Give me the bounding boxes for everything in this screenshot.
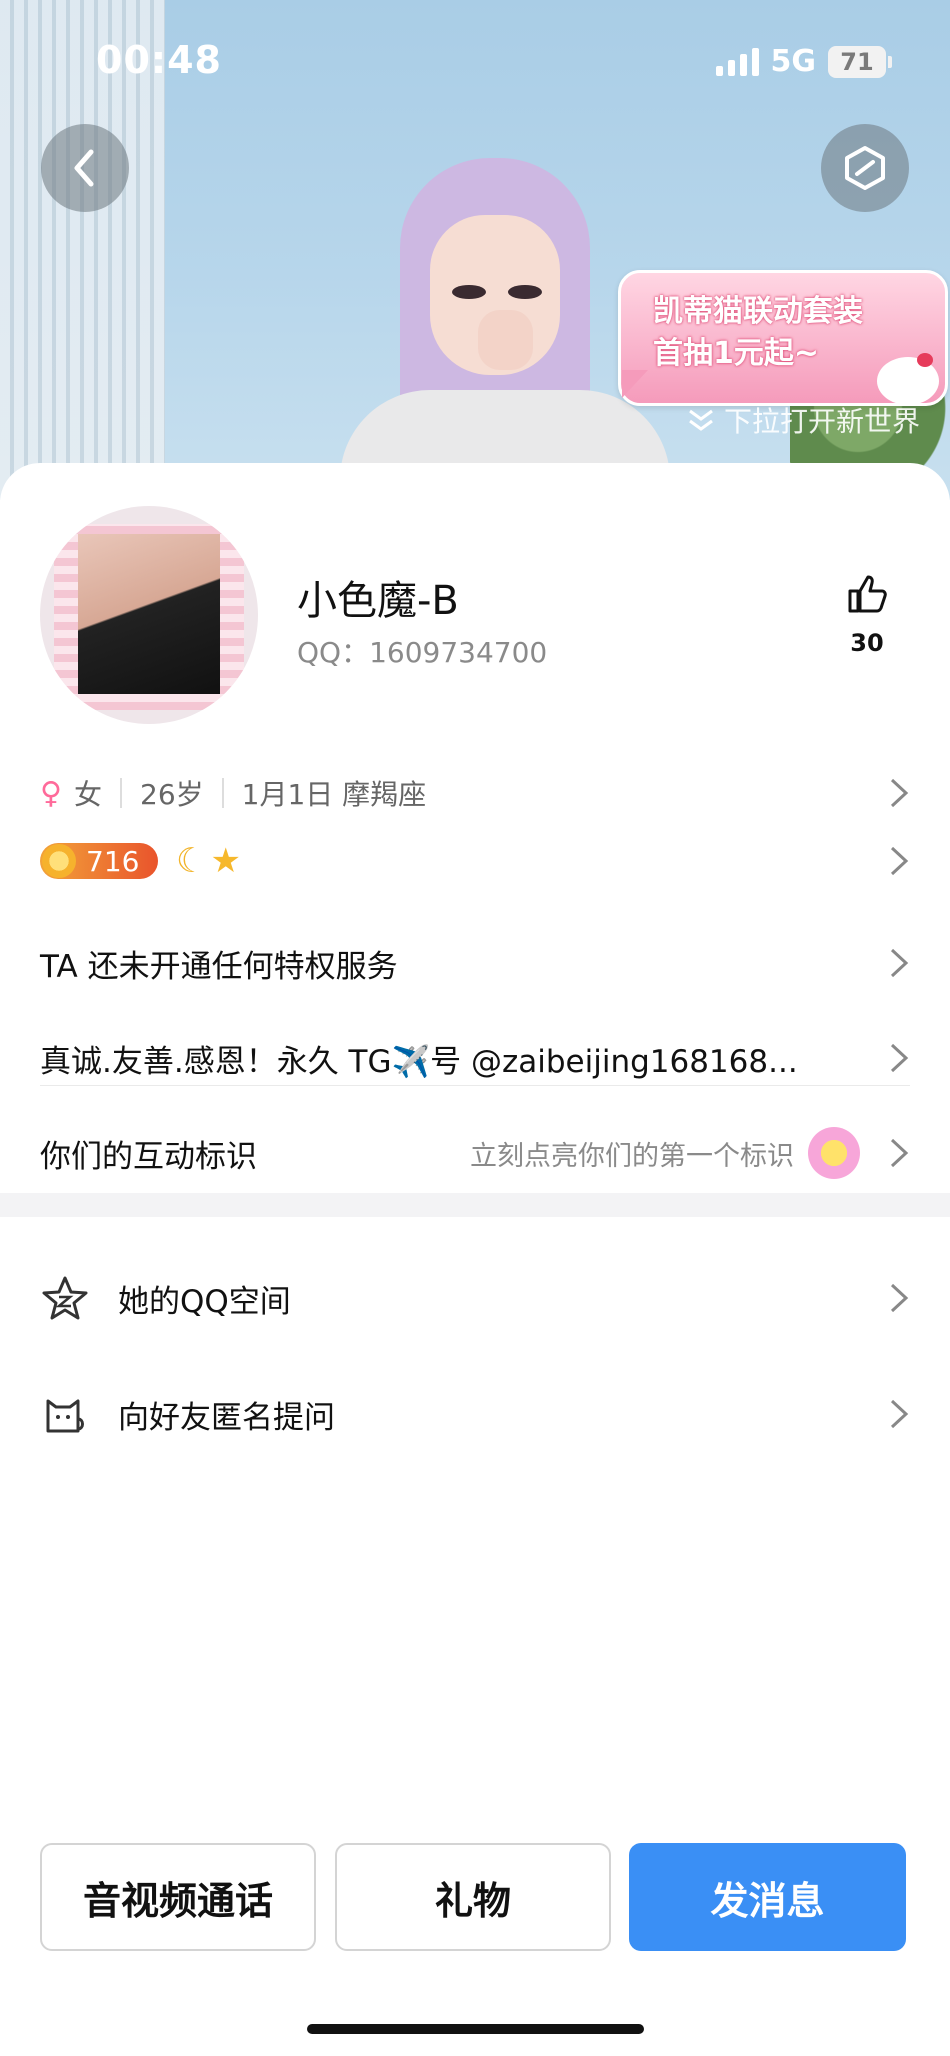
- network-type: 5G: [770, 44, 817, 79]
- super-qq-show-avatar[interactable]: [340, 140, 670, 500]
- level-badge: 716: [40, 843, 158, 879]
- anonymous-question-row[interactable]: 向好友匿名提问: [40, 1379, 910, 1449]
- chevron-right-icon: [890, 778, 909, 808]
- interaction-hint: 立刻点亮你们的第一个标识: [470, 1140, 794, 1172]
- divider: [120, 778, 122, 808]
- nickname: 小色魔-B: [297, 578, 459, 624]
- signature-row[interactable]: 真诚.友善.感恩！永久 TG✈️号 @zaibeijing168168...: [40, 1028, 910, 1088]
- gender: 女: [73, 778, 102, 811]
- promo-bubble[interactable]: 凯蒂猫联动套装 首抽1元起~: [618, 270, 948, 406]
- like-button[interactable]: [840, 573, 894, 619]
- chevron-right-icon: [890, 948, 909, 978]
- sun-icon: [42, 844, 76, 878]
- age: 26岁: [140, 778, 204, 811]
- flower-icon: [808, 1127, 860, 1179]
- privilege-row[interactable]: TA 还未开通任何特权服务: [40, 933, 910, 993]
- battery-icon: 71: [828, 45, 892, 78]
- qzone-star-icon: [40, 1273, 90, 1323]
- avatar[interactable]: [40, 506, 258, 724]
- privilege-text: TA 还未开通任何特权服务: [40, 948, 398, 985]
- cat-box-icon: [40, 1389, 90, 1439]
- divider: [221, 778, 224, 808]
- back-button[interactable]: [41, 124, 129, 212]
- qq-level-row[interactable]: 716 ☾ ★: [40, 831, 910, 891]
- hello-kitty-icon: [877, 353, 939, 405]
- female-icon: ♀: [40, 775, 62, 811]
- anonymous-question-label: 向好友匿名提问: [118, 1399, 335, 1436]
- divider: [40, 1085, 910, 1086]
- video-call-button[interactable]: 音视频通话: [40, 1843, 316, 1951]
- interaction-mark-row[interactable]: 你们的互动标识 立刻点亮你们的第一个标识: [40, 1123, 910, 1183]
- chevron-right-icon: [890, 1138, 909, 1168]
- battery-level: 71: [840, 47, 874, 76]
- like-count: 30: [850, 629, 884, 657]
- chevron-right-icon: [890, 1283, 909, 1313]
- birthday-zodiac: 1月1日 摩羯座: [241, 778, 427, 811]
- status-indicators: 5G 71: [715, 44, 892, 79]
- star-icon: ★: [210, 841, 241, 881]
- status-time: 00:48: [96, 38, 222, 82]
- basic-info-row[interactable]: ♀ 女 26岁 1月1日 摩羯座: [40, 763, 910, 823]
- level-number: 716: [86, 844, 140, 878]
- profile-card: 小色魔-B QQ：1609734700 30 ♀ 女 26岁 1月1日 摩羯座 …: [0, 463, 950, 2056]
- signal-icon: [715, 47, 759, 76]
- hexagon-icon: [845, 146, 885, 190]
- chevron-right-icon: [890, 1043, 909, 1073]
- promo-line-1: 凯蒂猫联动套装: [653, 294, 863, 329]
- qq-number[interactable]: QQ：1609734700: [297, 631, 547, 671]
- double-chevron-down-icon: [689, 409, 713, 431]
- qzone-row[interactable]: 她的QQ空间: [40, 1263, 910, 1333]
- send-message-button[interactable]: 发消息: [629, 1843, 906, 1951]
- thumbs-up-icon: [848, 575, 887, 613]
- qzone-label: 她的QQ空间: [118, 1283, 291, 1320]
- promo-line-2: 首抽1元起~: [653, 336, 820, 371]
- dress-up-button[interactable]: [821, 124, 909, 212]
- pull-down-hint: 下拉打开新世界: [686, 400, 920, 440]
- profile-hero-banner[interactable]: 00:48 5G 71 凯蒂猫联动套装 首抽1元起~ 下拉打开新世界: [0, 0, 950, 500]
- home-indicator[interactable]: [307, 2024, 644, 2034]
- gift-button[interactable]: 礼物: [335, 1843, 611, 1951]
- chevron-left-icon: [74, 149, 94, 187]
- interaction-label: 你们的互动标识: [40, 1138, 257, 1175]
- moon-icon: ☾: [176, 841, 207, 881]
- chevron-right-icon: [890, 1399, 909, 1429]
- chevron-right-icon: [890, 846, 909, 876]
- section-separator: [0, 1193, 950, 1217]
- signature-text: 真诚.友善.感恩！永久 TG✈️号 @zaibeijing168168...: [40, 1043, 798, 1080]
